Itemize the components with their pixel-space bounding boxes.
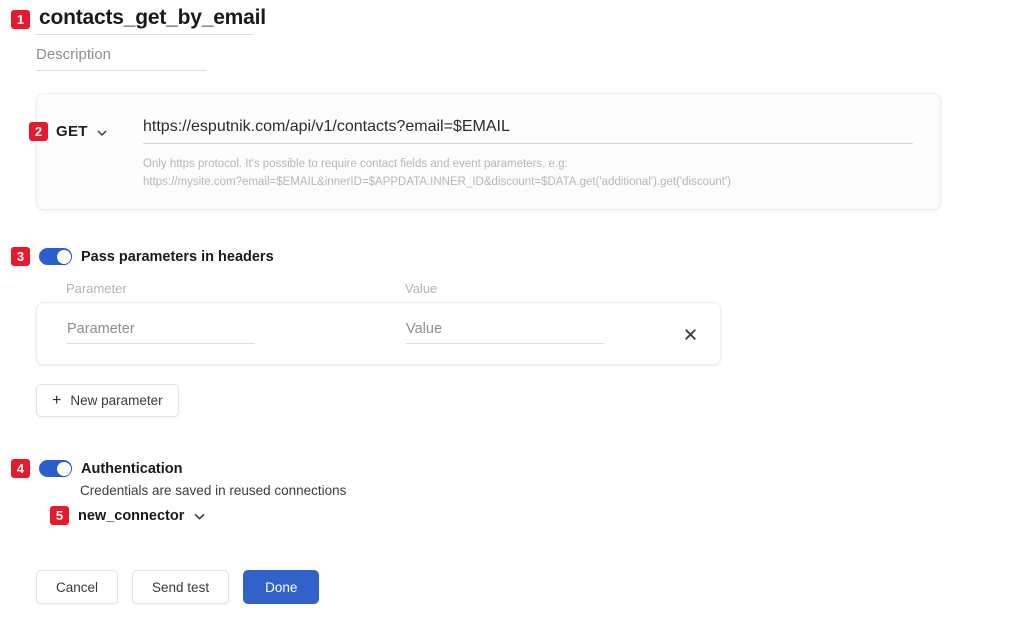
parameter-name-placeholder: Parameter <box>67 321 135 337</box>
new-parameter-button[interactable]: + New parameter <box>36 384 179 417</box>
page-title[interactable]: contacts_get_by_email <box>39 6 266 33</box>
connector-name: new_connector <box>78 507 185 524</box>
authentication-subtitle: Credentials are saved in reused connecti… <box>80 483 347 498</box>
parameter-row: Parameter Value <box>36 302 721 365</box>
connector-selector[interactable]: 5 new_connector <box>50 506 205 525</box>
url-hint: Only https protocol. It's possible to re… <box>143 156 923 192</box>
url-value: https://esputnik.com/api/v1/contacts?ema… <box>143 118 510 135</box>
toggle-knob <box>56 461 71 476</box>
step-badge-4: 4 <box>11 459 30 478</box>
column-header-parameter: Parameter <box>66 281 127 296</box>
url-input[interactable]: https://esputnik.com/api/v1/contacts?ema… <box>143 118 913 144</box>
url-field-underline <box>143 143 913 144</box>
url-hint-line-1: Only https protocol. It's possible to re… <box>143 158 568 170</box>
parameter-name-underline <box>67 343 255 344</box>
plus-icon: + <box>52 391 62 409</box>
authentication-toggle[interactable] <box>39 460 72 477</box>
parameter-value-placeholder: Value <box>406 321 443 337</box>
pass-parameters-toggle[interactable] <box>39 248 72 265</box>
title-field-underline <box>36 34 253 35</box>
request-url-card: 2 GET https://esputnik.com/api/v1/contac… <box>29 93 941 210</box>
description-input[interactable]: Description <box>36 46 207 64</box>
api-request-editor: 1 contacts_get_by_email Description 2 GE… <box>0 0 1017 620</box>
send-test-button[interactable]: Send test <box>132 570 230 604</box>
close-icon[interactable] <box>680 324 700 344</box>
parameter-value-input[interactable]: Value <box>406 321 604 344</box>
toggle-knob <box>56 249 71 264</box>
step-badge-2: 2 <box>29 122 48 141</box>
pass-parameters-label: Pass parameters in headers <box>81 248 274 265</box>
step-badge-1: 1 <box>11 10 30 29</box>
done-button[interactable]: Done <box>243 570 320 604</box>
description-placeholder: Description <box>36 46 112 63</box>
column-header-value: Value <box>405 281 438 296</box>
step-badge-3: 3 <box>11 247 30 266</box>
method-selector[interactable]: 2 GET <box>29 122 108 141</box>
step-badge-5: 5 <box>50 506 69 525</box>
method-label: GET <box>56 123 88 140</box>
chevron-down-icon <box>193 510 205 522</box>
pass-parameters-row: 3 Pass parameters in headers <box>11 247 274 266</box>
parameter-value-underline <box>406 343 604 344</box>
page-title-row: 1 contacts_get_by_email <box>11 6 266 33</box>
authentication-label: Authentication <box>81 460 183 477</box>
new-parameter-label: New parameter <box>70 393 163 408</box>
cancel-button[interactable]: Cancel <box>36 570 119 604</box>
chevron-down-icon <box>96 126 108 138</box>
footer-actions: Cancel Send test Done <box>36 570 320 604</box>
description-field-underline <box>36 70 207 71</box>
parameter-name-input[interactable]: Parameter <box>67 321 255 344</box>
authentication-row: 4 Authentication <box>11 459 183 478</box>
url-hint-line-2: https://mysite.com?email=$EMAIL&innerID=… <box>143 175 731 188</box>
